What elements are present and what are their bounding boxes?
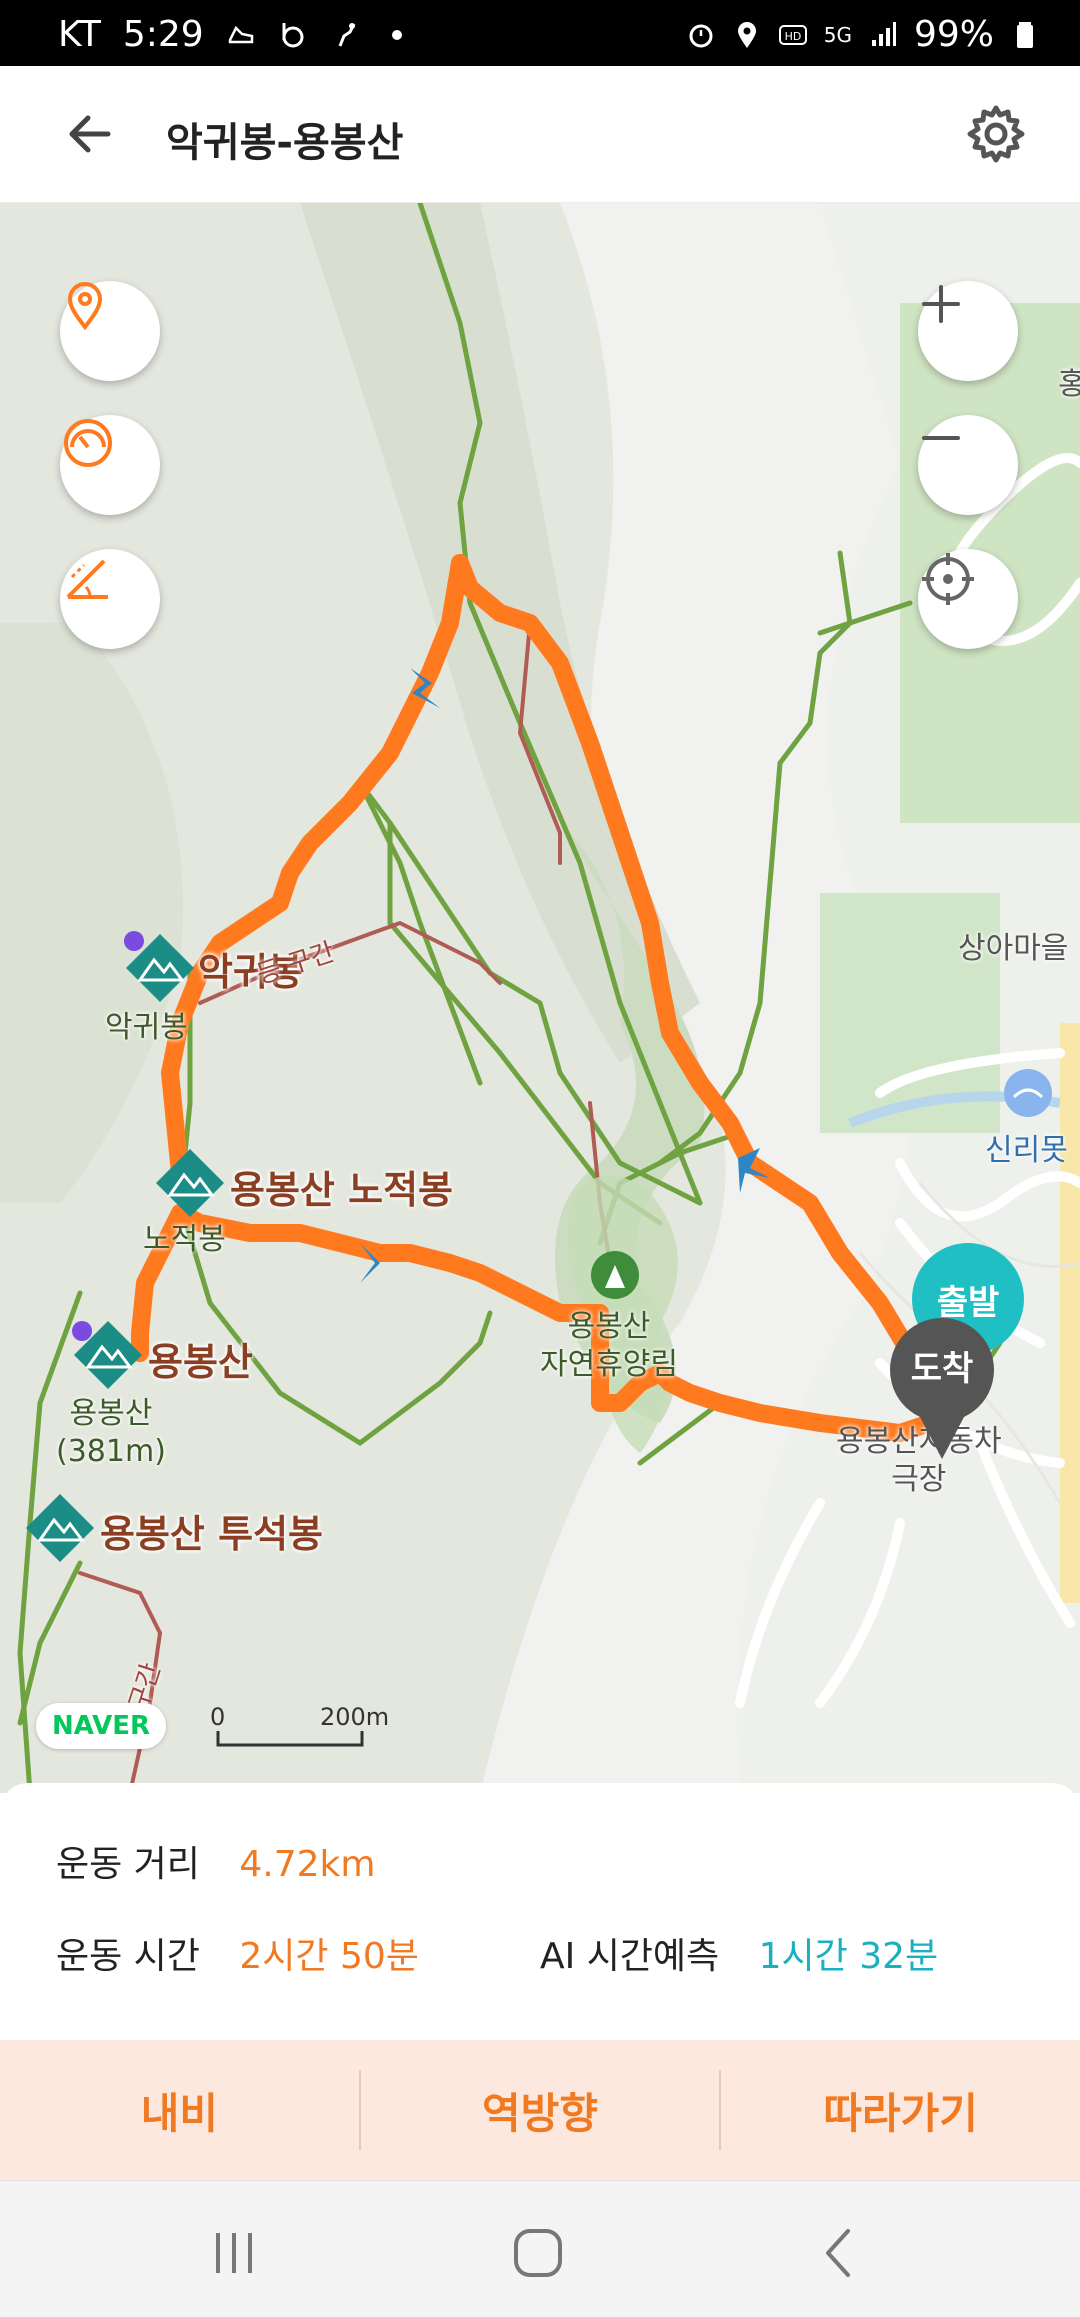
speedometer-icon — [64, 419, 112, 467]
zoom-in-button[interactable] — [918, 281, 1018, 381]
back-icon[interactable] — [810, 2223, 870, 2283]
clock-text: 5:29 — [122, 14, 204, 55]
map-label-village: 상아마을 — [958, 931, 1069, 966]
distance-row: 운동 거리 4.72km — [56, 1835, 375, 1887]
recenter-button[interactable] — [918, 549, 1018, 649]
b-app-icon — [282, 22, 304, 47]
speed-button[interactable] — [60, 415, 160, 515]
time-label: 운동 시간 — [56, 1936, 200, 1977]
incline-icon — [66, 559, 108, 599]
dot-icon — [391, 29, 402, 40]
route-summary: 운동 거리 4.72km 운동 시간 2시간 50분 AI 시간예측 1시간 3… — [0, 1783, 1080, 2043]
reverse-button[interactable]: 역방향 — [361, 2080, 720, 2141]
zoom-in-icon — [922, 285, 960, 323]
crosshair-icon — [922, 553, 974, 605]
naver-logo: NAVER — [36, 1703, 166, 1749]
map-label-peak2[interactable]: 용봉산 노적봉 — [230, 1159, 453, 1214]
map-sublabel-peak1: 악귀봉 — [105, 1010, 188, 1045]
map-sublabel-peak2: 노적봉 — [143, 1222, 226, 1257]
system-nav-bar — [0, 2180, 1080, 2317]
recent-apps-icon[interactable] — [204, 2223, 264, 2283]
altitude-button[interactable] — [60, 549, 160, 649]
zoom-out-icon — [922, 436, 960, 440]
gear-icon[interactable] — [964, 102, 1028, 166]
alarm-icon — [689, 24, 713, 47]
my-location-button[interactable] — [60, 281, 160, 381]
runner-icon — [338, 22, 355, 47]
end-label: 도착 — [910, 1349, 974, 1389]
home-icon[interactable] — [508, 2223, 568, 2283]
end-badge[interactable]: 도착 — [884, 1313, 1000, 1463]
battery-text: 99% — [913, 14, 994, 55]
scale-value: 200m — [320, 1703, 390, 1731]
follow-button[interactable]: 따라가기 — [721, 2080, 1080, 2141]
zoom-out-button[interactable] — [918, 415, 1018, 515]
map-label-forest: 용봉산 자연휴양림 — [540, 1309, 678, 1382]
map-label-pond: 신리못 — [985, 1133, 1068, 1168]
network-text: 5G — [823, 22, 852, 47]
scale-bar: 0 200m — [210, 1703, 450, 1747]
battery-icon — [1017, 21, 1033, 48]
navi-button[interactable]: 내비 — [0, 2080, 359, 2141]
app-bar: 악귀봉-용봉산 — [0, 66, 1080, 203]
time-row: 운동 시간 2시간 50분 — [56, 1927, 419, 1979]
scale-zero: 0 — [210, 1703, 226, 1731]
time-value: 2시간 50분 — [239, 1936, 419, 1977]
ai-row: AI 시간예측 1시간 32분 — [540, 1927, 938, 1979]
map-label-edge: 홍 — [1058, 367, 1080, 402]
location-icon — [737, 21, 756, 48]
svg-text:HD: HD — [784, 30, 801, 43]
carrier-text: KT — [58, 14, 101, 55]
location-pin-icon — [67, 282, 103, 331]
signal-icon — [871, 21, 896, 46]
status-bar: KT 5:29 HD 5G 99% — [0, 0, 1080, 66]
shoe-icon — [228, 25, 253, 43]
ai-value: 1시간 32분 — [758, 1936, 939, 1977]
map-label-peak4[interactable]: 용봉산 투석봉 — [100, 1503, 323, 1558]
hd-icon: HD — [778, 24, 807, 45]
action-bar: 내비 역방향 따라가기 — [0, 2040, 1080, 2180]
arrow-left-icon[interactable] — [62, 106, 118, 162]
map-view[interactable]: 악귀봉 악귀봉 용봉산 노적봉 노적봉 용봉산 용봉산 (381m) 용봉산 투… — [0, 203, 1080, 1793]
map-sublabel-peak3: 용봉산 (381m) — [56, 1396, 166, 1469]
distance-label: 운동 거리 — [56, 1844, 200, 1885]
ai-label: AI 시간예측 — [540, 1936, 720, 1977]
page-title: 악귀봉-용봉산 — [166, 120, 404, 166]
distance-value: 4.72km — [239, 1844, 376, 1885]
map-label-peak3[interactable]: 용봉산 — [148, 1331, 253, 1386]
